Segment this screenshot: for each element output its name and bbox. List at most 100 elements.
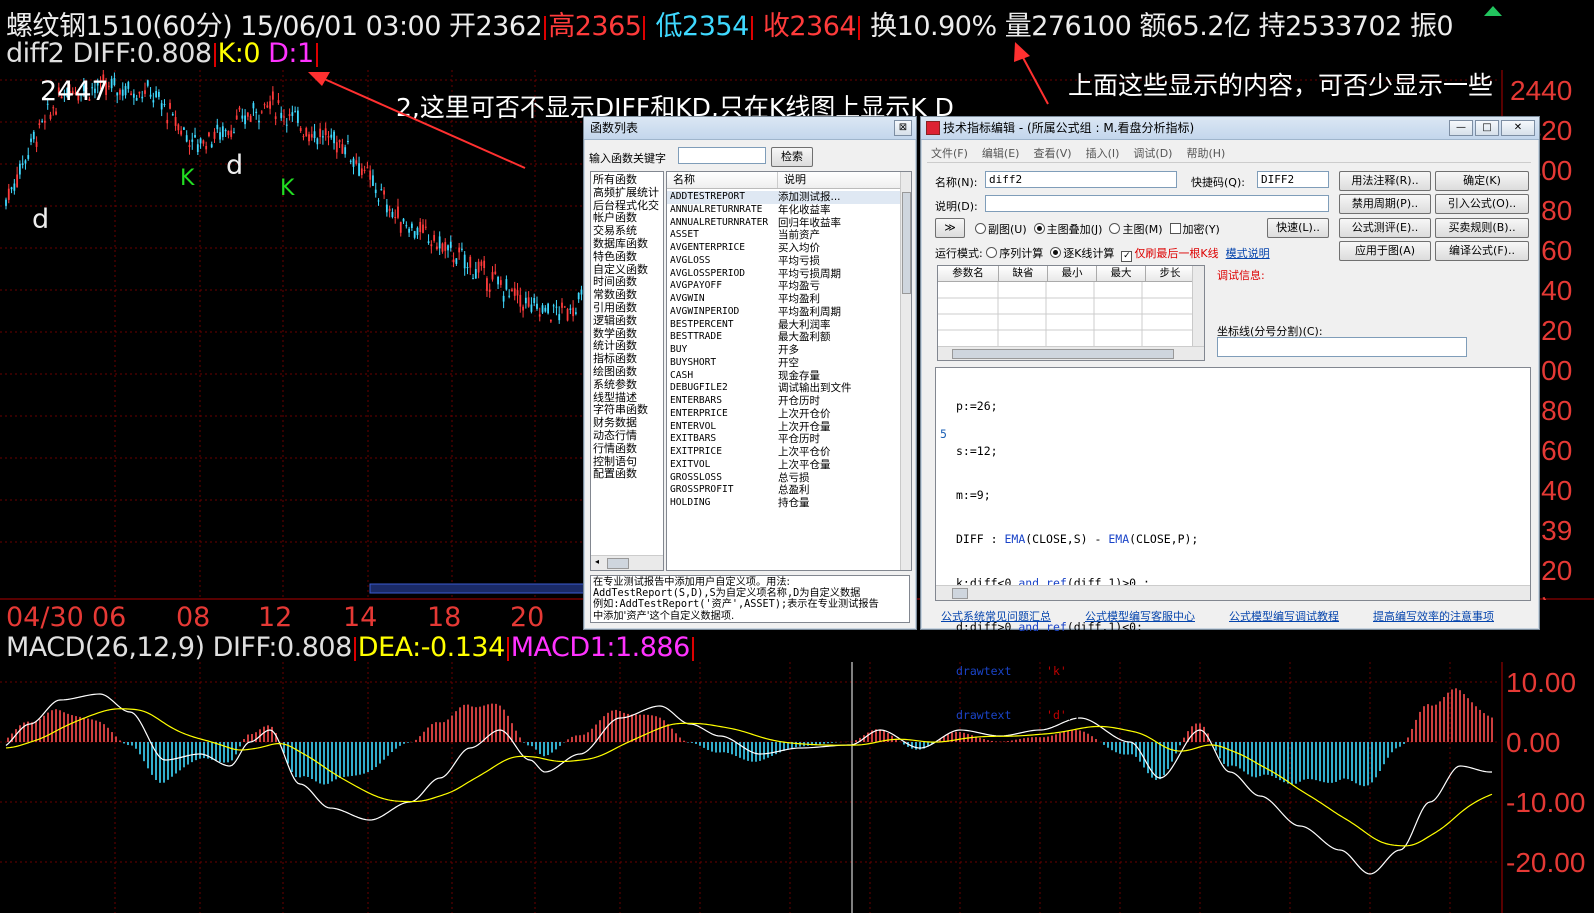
maximize-icon[interactable]: □ xyxy=(1475,120,1499,136)
function-row[interactable]: AVGWIN 平均盈利 xyxy=(667,293,911,306)
function-row[interactable]: ANNUALRETURNRATER 回归年收益率 xyxy=(667,217,911,230)
function-row[interactable]: ADDTESTREPORT 添加测试报... xyxy=(667,191,911,204)
link-support[interactable]: 公式模型编写客服中心 xyxy=(1085,608,1195,624)
radio-bar-by-bar[interactable]: 逐K线计算 xyxy=(1050,247,1114,260)
category-item[interactable]: 所有函数 xyxy=(591,173,663,187)
formula-code-editor[interactable]: 5 p:=26; s:=12; m:=9; DIFF : EMA(CLOSE,S… xyxy=(935,367,1531,722)
code-hscroll[interactable] xyxy=(936,585,1530,600)
function-scroll-thumb[interactable] xyxy=(902,192,911,294)
function-row[interactable]: EXITVOL 上次平仓量 xyxy=(667,459,911,472)
code-scroll-thumb[interactable] xyxy=(952,588,968,599)
function-list-titlebar[interactable]: 函数列表 ⊠ xyxy=(584,117,916,140)
macd-chart[interactable]: 10.00 0.00 -10.00 -20.00 xyxy=(0,662,1594,913)
apply-to-chart-button[interactable]: 应用于图(A) xyxy=(1339,241,1431,261)
radio-subchart[interactable]: 副图(U) xyxy=(975,223,1027,236)
desc-input[interactable] xyxy=(985,195,1329,212)
function-row[interactable]: ASSET 当前资产 xyxy=(667,229,911,242)
function-row[interactable]: ENTERVOL 上次开仓量 xyxy=(667,421,911,434)
function-rows: ADDTESTREPORT 添加测试报... ANNUALRETURNRATE 年化收… xyxy=(667,189,911,510)
mode-help-link[interactable]: 模式说明 xyxy=(1226,247,1270,260)
category-item[interactable]: 逻辑函数 xyxy=(591,314,663,328)
link-faq[interactable]: 公式系统常见问题汇总 xyxy=(941,608,1051,624)
scroll-thumb[interactable] xyxy=(607,558,629,569)
param-table[interactable]: 参数名 缺省 最小 最大 步长 xyxy=(937,265,1205,361)
function-row[interactable]: HOLDING 持仓量 xyxy=(667,497,911,510)
function-vscroll[interactable] xyxy=(900,172,911,570)
usage-notes-button[interactable]: 用法注释(R).. xyxy=(1339,171,1431,191)
menu-file[interactable]: 文件(F) xyxy=(931,145,968,161)
param-vscroll[interactable] xyxy=(1192,266,1204,346)
function-name: BUYSHORT xyxy=(670,356,717,368)
param-hscroll[interactable] xyxy=(938,346,1204,360)
function-row[interactable]: CASH 现金存量 xyxy=(667,370,911,383)
category-list[interactable]: 所有函数 高频扩展统计 后台程式化交 帐户函数 交易系统 数据库函数 特色函数 自定义函数 时间… xyxy=(590,171,664,571)
category-item[interactable]: 数据库函数 xyxy=(591,237,663,251)
scroll-left-icon[interactable]: ◂ xyxy=(591,557,603,568)
col-desc[interactable]: 说明 xyxy=(778,172,806,188)
function-row[interactable]: AVGENTERPRICE 买入均价 xyxy=(667,242,911,255)
function-row[interactable]: AVGLOSSPERIOD 平均亏损周期 xyxy=(667,268,911,281)
category-item[interactable]: 特色函数 xyxy=(591,250,663,264)
menu-edit[interactable]: 编辑(E) xyxy=(982,145,1020,161)
function-row[interactable]: BESTTRADE 最大盈利额 xyxy=(667,331,911,344)
function-name: ANNUALRETURNRATER xyxy=(670,216,769,228)
candle-body xyxy=(544,307,547,312)
shortcut-input[interactable] xyxy=(1257,171,1329,188)
category-item[interactable]: 高频扩展统计 xyxy=(591,186,663,200)
radio-main-overlay[interactable]: 主图叠加(J) xyxy=(1033,223,1102,236)
category-item[interactable]: 配置函数 xyxy=(591,468,663,481)
menu-insert[interactable]: 插入(I) xyxy=(1086,145,1120,161)
expand-button[interactable]: ≫ xyxy=(935,218,965,238)
editor-titlebar[interactable]: 技术指标编辑 - (所属公式组 : M.看盘分析指标) — □ ✕ xyxy=(921,117,1539,140)
function-row[interactable]: GROSSPROFIT 总盈利 xyxy=(667,484,911,497)
function-row[interactable]: GROSSLOSS 总亏损 xyxy=(667,472,911,485)
radio-sequence[interactable]: 序列计算 xyxy=(986,247,1043,260)
menu-debug[interactable]: 调试(D) xyxy=(1133,145,1172,161)
candle-body xyxy=(422,224,424,233)
function-list-window[interactable]: 函数列表 ⊠ 输入函数关键字 检索 所有函数 高频扩展统计 后台程式化交 帐户函数 交易… xyxy=(583,116,917,630)
coord-line-input[interactable] xyxy=(1217,337,1467,357)
function-row[interactable]: EXITBARS 平仓历时 xyxy=(667,433,911,446)
minimize-icon[interactable]: — xyxy=(1449,120,1473,136)
macd-y-tick: -10.00 xyxy=(1506,787,1585,818)
function-row[interactable]: BUYSHORT 开空 xyxy=(667,357,911,370)
ok-button[interactable]: 确定(K) xyxy=(1435,171,1529,191)
function-row[interactable]: AVGWINPERIOD 平均盈利周期 xyxy=(667,306,911,319)
function-row[interactable]: EXITPRICE 上次平仓价 xyxy=(667,446,911,459)
link-efficiency[interactable]: 提高编写效率的注意事项 xyxy=(1373,608,1494,624)
radio-main[interactable]: 主图(M) xyxy=(1109,223,1163,236)
indicator-editor-window[interactable]: 技术指标编辑 - (所属公式组 : M.看盘分析指标) — □ ✕ 文件(F) … xyxy=(920,116,1540,722)
trade-rules-button[interactable]: 买卖规则(B).. xyxy=(1435,218,1529,238)
import-formula-button[interactable]: 引入公式(O).. xyxy=(1435,194,1529,214)
col-name[interactable]: 名称 xyxy=(667,172,778,188)
formula-test-button[interactable]: 公式测评(E).. xyxy=(1339,218,1431,238)
function-row[interactable]: ANNUALRETURNRATE 年化收益率 xyxy=(667,204,911,217)
quick-button[interactable]: 快速(L).. xyxy=(1267,218,1329,238)
category-item[interactable]: 动态行情 xyxy=(591,429,663,443)
checkbox-last-bar[interactable]: ✓ 仅刷最后一根K线 xyxy=(1121,247,1219,262)
link-tutorial[interactable]: 公式模型编写调试教程 xyxy=(1229,608,1339,624)
function-row[interactable]: DEBUGFILE2 调试输出到文件 xyxy=(667,382,911,395)
search-button[interactable]: 检索 xyxy=(771,147,813,167)
function-row[interactable]: AVGPAYOFF 平均盈亏 xyxy=(667,280,911,293)
disable-period-button[interactable]: 禁用周期(P).. xyxy=(1339,194,1431,214)
category-item[interactable]: 系统参数 xyxy=(591,378,663,392)
close-icon[interactable]: ✕ xyxy=(1501,120,1535,136)
menu-view[interactable]: 查看(V) xyxy=(1033,145,1071,161)
function-list-close-icon[interactable]: ⊠ xyxy=(894,120,912,136)
function-row[interactable]: BESTPERCENT 最大利润率 xyxy=(667,319,911,332)
function-table[interactable]: 名称 说明 ADDTESTREPORT 添加测试报... ANNUALRETURNR… xyxy=(666,171,912,571)
category-item[interactable]: 行情函数 xyxy=(591,442,663,456)
function-row[interactable]: ENTERPRICE 上次开仓价 xyxy=(667,408,911,421)
function-row[interactable]: BUY 开多 xyxy=(667,344,911,357)
category-item[interactable]: 绘图函数 xyxy=(591,365,663,379)
function-search-input[interactable] xyxy=(678,147,766,164)
checkbox-encrypt[interactable]: 加密(Y) xyxy=(1169,223,1220,236)
category-item[interactable]: 引用函数 xyxy=(591,301,663,315)
category-hscroll[interactable]: ◂ xyxy=(591,555,663,570)
menu-help[interactable]: 帮助(H) xyxy=(1186,145,1225,161)
name-input[interactable] xyxy=(985,171,1177,188)
function-row[interactable]: ENTERBARS 开仓历时 xyxy=(667,395,911,408)
compile-formula-button[interactable]: 编译公式(F).. xyxy=(1435,241,1529,261)
function-row[interactable]: AVGLOSS 平均亏损 xyxy=(667,255,911,268)
